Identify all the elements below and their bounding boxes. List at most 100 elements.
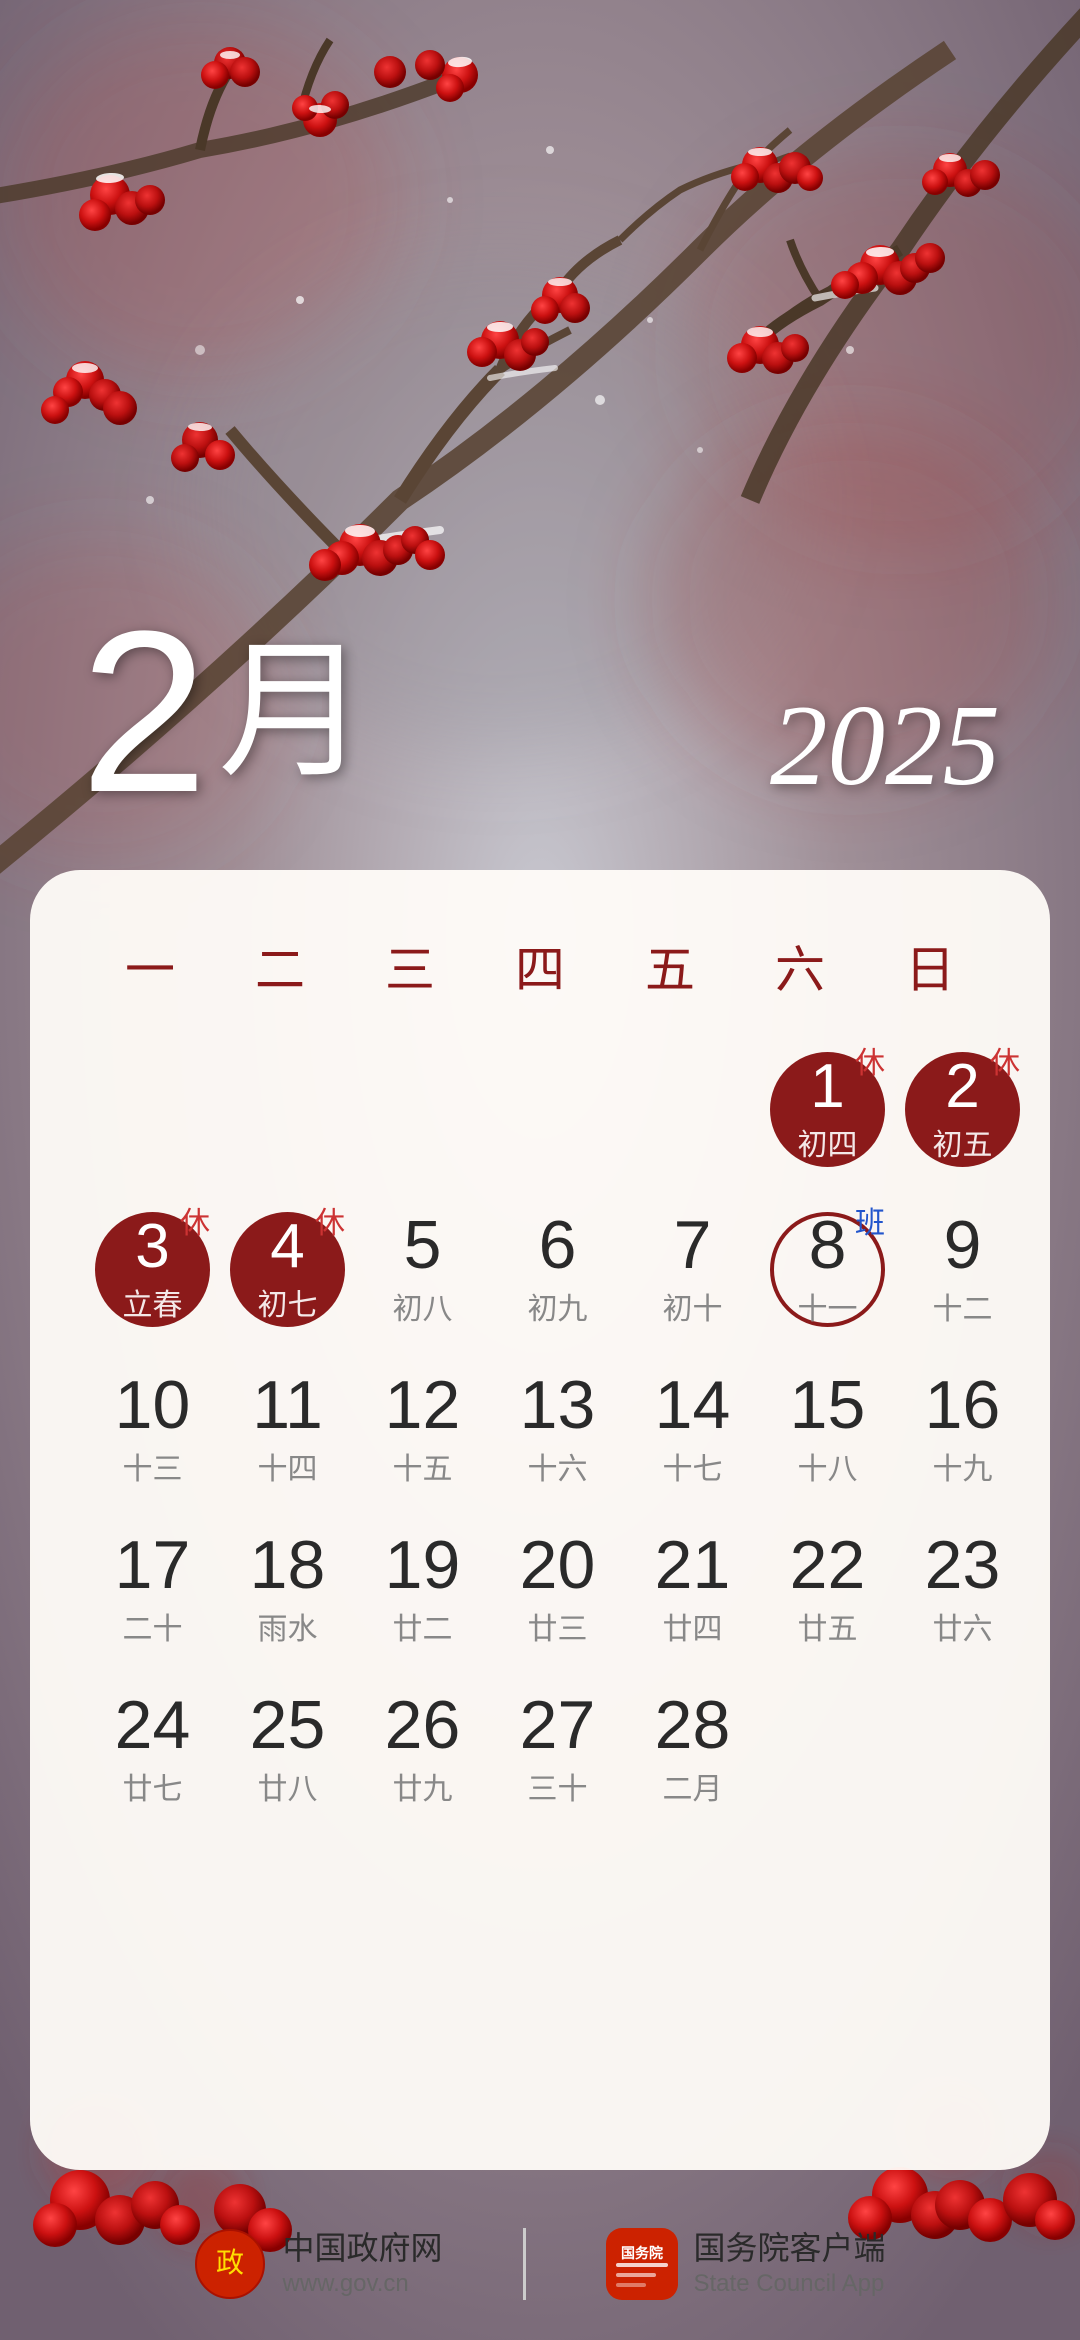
month-char: 月 (218, 590, 368, 807)
day-13-lunar: 十六 (528, 1444, 588, 1488)
day-13: 13 十六 (490, 1352, 625, 1512)
day-28: 28 二月 (625, 1672, 760, 1832)
day-23-num: 23 (925, 1531, 1001, 1599)
weekday-tue: 二 (215, 915, 345, 1017)
day-4-num: 4 (270, 1216, 304, 1278)
logo-app: 国务院 国务院客户端 State Council App (606, 2228, 886, 2300)
logo-divider (523, 2228, 526, 2300)
day-10: 10 十三 (85, 1352, 220, 1512)
day-17-num: 17 (115, 1531, 191, 1599)
day-23: 23 廿六 (895, 1512, 1030, 1672)
gov-text: 中国政府网 www.gov.cn (282, 2229, 442, 2299)
month-number: 2 (80, 597, 208, 827)
day-6: 6 初九 (490, 1192, 625, 1352)
day-12-num: 12 (385, 1371, 461, 1439)
day-18-num: 18 (250, 1531, 326, 1599)
day-4-lunar: 初七 (258, 1280, 318, 1324)
app-text: 国务院客户端 State Council App (694, 2229, 886, 2299)
day-6-lunar: 初九 (528, 1284, 588, 1328)
day-21-lunar: 廿四 (663, 1604, 723, 1648)
day-2: 休 2 初五 (895, 1032, 1030, 1192)
day-26-num: 26 (385, 1691, 461, 1759)
day-5: 5 初八 (355, 1192, 490, 1352)
day-27: 27 三十 (490, 1672, 625, 1832)
day-9-lunar: 十二 (933, 1284, 993, 1328)
day-11-num: 11 (252, 1371, 323, 1439)
day-19-lunar: 廿二 (393, 1604, 453, 1648)
day-18-lunar: 雨水 (258, 1604, 318, 1648)
day-1-num: 1 (810, 1056, 844, 1118)
day-2-lunar: 初五 (933, 1120, 993, 1164)
weekday-sat: 六 (735, 915, 865, 1017)
day-25-num: 25 (250, 1691, 326, 1759)
day-3-lunar: 立春 (123, 1280, 183, 1324)
day-26-lunar: 廿九 (393, 1764, 453, 1808)
calendar-grid: 休 1 初四 休 2 初五 休 3 立春 休 (85, 1032, 995, 1832)
gov-icon: 政 (194, 2228, 266, 2300)
day-22-num: 22 (790, 1531, 866, 1599)
logo-gov: 政 中国政府网 www.gov.cn (194, 2228, 442, 2300)
day-5-lunar: 初八 (393, 1284, 453, 1328)
day-4: 休 4 初七 (220, 1192, 355, 1352)
day-21: 21 廿四 (625, 1512, 760, 1672)
day-8-lunar: 十一 (798, 1284, 858, 1328)
day-15-lunar: 十八 (798, 1444, 858, 1488)
day-2-num: 2 (945, 1056, 979, 1118)
day-16-num: 16 (925, 1371, 1001, 1439)
day-14: 14 十七 (625, 1352, 760, 1512)
gov-name: 中国政府网 (282, 2229, 442, 2267)
weekday-fri: 五 (605, 915, 735, 1017)
day-27-num: 27 (520, 1691, 596, 1759)
app-sub: State Council App (694, 2268, 886, 2299)
day-15: 15 十八 (760, 1352, 895, 1512)
day-7-num: 7 (674, 1211, 712, 1279)
year-number: 2025 (770, 680, 1000, 812)
day-1: 休 1 初四 (760, 1032, 895, 1192)
day-25-lunar: 廿八 (258, 1764, 318, 1808)
day-22-lunar: 廿五 (798, 1604, 858, 1648)
day-9: 9 十二 (895, 1192, 1030, 1352)
svg-text:政: 政 (216, 2247, 244, 2279)
day-24-num: 24 (115, 1691, 191, 1759)
day-3-badge: 休 (180, 1198, 210, 1242)
day-5-num: 5 (404, 1211, 442, 1279)
day-3-num: 3 (135, 1216, 169, 1278)
day-24-lunar: 廿七 (123, 1764, 183, 1808)
day-20-lunar: 廿三 (528, 1604, 588, 1648)
day-1-badge: 休 (855, 1038, 885, 1082)
day-8-num: 8 (809, 1211, 847, 1279)
day-11-lunar: 十四 (258, 1444, 318, 1488)
calendar-card: 一 二 三 四 五 六 日 休 1 初四 休 2 初五 (30, 870, 1050, 2170)
day-14-num: 14 (655, 1371, 731, 1439)
day-16: 16 十九 (895, 1352, 1030, 1512)
day-28-num: 28 (655, 1691, 731, 1759)
day-12: 12 十五 (355, 1352, 490, 1512)
day-19: 19 廿二 (355, 1512, 490, 1672)
month-year-header: 2 月 2025 (0, 590, 1080, 827)
day-28-lunar: 二月 (663, 1764, 723, 1808)
weekday-sun: 日 (865, 915, 995, 1017)
day-26: 26 廿九 (355, 1672, 490, 1832)
day-20: 20 廿三 (490, 1512, 625, 1672)
day-19-num: 19 (385, 1531, 461, 1599)
day-3: 休 3 立春 (85, 1192, 220, 1352)
app-icon: 国务院 (606, 2228, 678, 2300)
day-13-num: 13 (520, 1371, 596, 1439)
day-17-lunar: 二十 (123, 1604, 183, 1648)
weekday-wed: 三 (345, 915, 475, 1017)
weekday-mon: 一 (85, 915, 215, 1017)
day-7-lunar: 初十 (663, 1284, 723, 1328)
day-16-lunar: 十九 (933, 1444, 993, 1488)
weekday-header: 一 二 三 四 五 六 日 (85, 915, 995, 1017)
day-8: 班 8 十一 (760, 1192, 895, 1352)
day-22: 22 廿五 (760, 1512, 895, 1672)
day-10-num: 10 (115, 1371, 191, 1439)
app-name: 国务院客户端 (694, 2229, 886, 2267)
svg-text:国务院: 国务院 (621, 2245, 663, 2261)
day-20-num: 20 (520, 1531, 596, 1599)
day-2-badge: 休 (990, 1038, 1020, 1082)
day-9-num: 9 (944, 1211, 982, 1279)
day-7: 7 初十 (625, 1192, 760, 1352)
footer: 政 中国政府网 www.gov.cn 国务院 国务院客户端 State Coun… (0, 2228, 1080, 2300)
day-24: 24 廿七 (85, 1672, 220, 1832)
